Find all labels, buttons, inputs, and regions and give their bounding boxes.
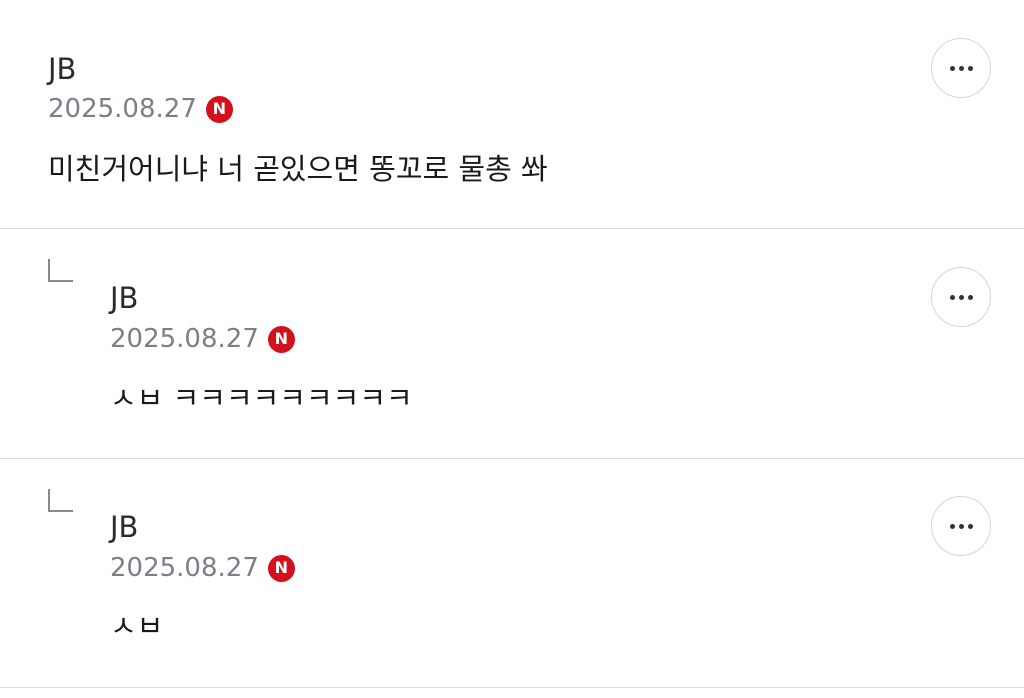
more-horizontal-icon (949, 523, 973, 529)
comment-text: ㅅㅂ (110, 609, 164, 643)
comment-date: 2025.08.27 (110, 553, 259, 583)
new-badge-icon: N (205, 95, 233, 123)
reply-comment: JB 2025.08.27 N ㅅㅂ ㅋㅋㅋㅋㅋㅋㅋㅋㅋ (0, 229, 1024, 458)
new-badge-icon: N (267, 325, 295, 353)
comment-date: 2025.08.27 (48, 94, 197, 124)
comment-divider (0, 687, 1024, 688)
comment-author[interactable]: JB (110, 513, 138, 542)
comment-text: ㅅㅂ ㅋㅋㅋㅋㅋㅋㅋㅋㅋ (110, 381, 413, 415)
more-horizontal-icon (949, 65, 973, 71)
reply-arrow-icon (48, 259, 73, 282)
reply-arrow-icon (48, 489, 73, 512)
comment-author[interactable]: JB (110, 284, 138, 313)
comment-author[interactable]: JB (48, 55, 76, 84)
comment: JB 2025.08.27 N 미친거어니냐 너 곧있으면 똥꼬로 물총 쏴 (0, 0, 1024, 228)
more-options-button[interactable] (931, 496, 991, 556)
more-horizontal-icon (949, 294, 973, 300)
more-options-button[interactable] (931, 38, 991, 98)
comment-meta: 2025.08.27 N (110, 322, 295, 356)
comment-text: 미친거어니냐 너 곧있으면 똥꼬로 물총 쏴 (48, 152, 548, 186)
new-badge-icon: N (267, 554, 295, 582)
comment-meta: 2025.08.27 N (110, 551, 295, 585)
comment-date: 2025.08.27 (110, 324, 259, 354)
comment-meta: 2025.08.27 N (48, 92, 233, 126)
more-options-button[interactable] (931, 267, 991, 327)
reply-comment: JB 2025.08.27 N ㅅㅂ (0, 459, 1024, 687)
